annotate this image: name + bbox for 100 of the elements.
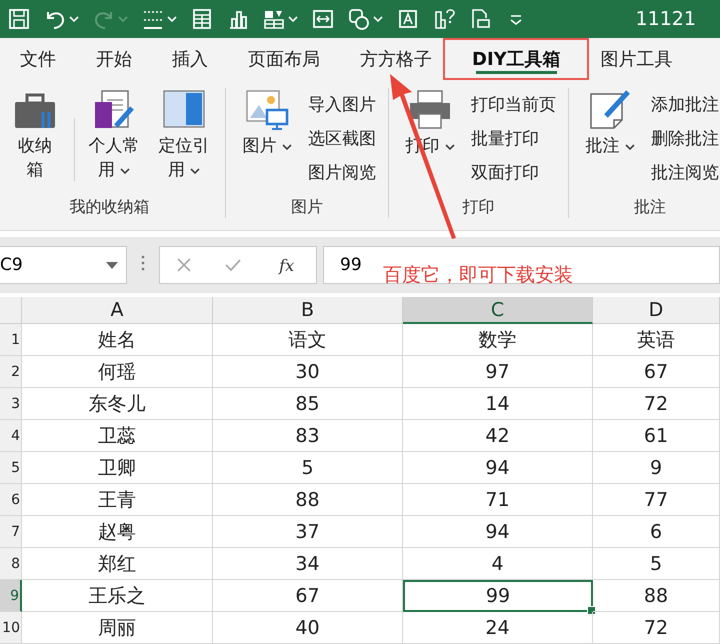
table-cell[interactable]: 英语 (593, 324, 720, 356)
document-icon (92, 88, 136, 130)
more-icon[interactable] (141, 255, 145, 271)
table-cell[interactable]: 40 (213, 612, 403, 644)
table-cell[interactable]: 9 (593, 452, 720, 484)
table-cell[interactable]: 37 (213, 516, 403, 548)
table-cell[interactable]: 77 (593, 484, 720, 516)
bar-chart-icon[interactable] (227, 8, 249, 30)
group-label: 我的收纳箱 (68, 196, 150, 218)
dropdown-arrow-icon[interactable] (106, 262, 118, 268)
table-cell[interactable]: 5 (213, 452, 403, 484)
ribbon-button[interactable]: 个人常用 (83, 88, 145, 195)
table-cell[interactable]: 姓名 (22, 324, 213, 356)
table-cell[interactable]: 67 (593, 356, 720, 388)
row-header[interactable]: 8 (0, 548, 22, 580)
table-cell[interactable]: 67 (213, 580, 403, 612)
table-cell[interactable]: 4 (403, 548, 593, 580)
print-preview-icon[interactable] (469, 8, 491, 30)
table-cell[interactable]: 6 (593, 516, 720, 548)
table-cell[interactable]: 王乐之 (22, 580, 213, 612)
ribbon-tab[interactable]: 方方格子 (340, 38, 452, 80)
column-header[interactable]: D (593, 297, 720, 324)
table-cell[interactable]: 99 (403, 580, 593, 612)
table-cell[interactable]: 语文 (213, 324, 403, 356)
row-header[interactable]: 1 (0, 324, 22, 356)
table-cell[interactable]: 71 (403, 484, 593, 516)
table-cell[interactable]: 卫蕊 (22, 420, 213, 452)
table-cell[interactable]: 卫卿 (22, 452, 213, 484)
table-cell[interactable]: 30 (213, 356, 403, 388)
table-cell[interactable]: 72 (593, 388, 720, 420)
table-cell[interactable]: 24 (403, 612, 593, 644)
table-icon[interactable] (263, 8, 285, 30)
check-icon[interactable] (224, 257, 242, 273)
insert-function-button[interactable]: fx (273, 254, 300, 276)
table-cell[interactable]: 94 (403, 452, 593, 484)
ribbon-button[interactable]: 导入图片 (306, 88, 378, 120)
row-header[interactable]: 9 (0, 580, 22, 612)
ribbon-tab[interactable]: 插入 (152, 38, 228, 80)
ribbon-button[interactable]: 图片 (236, 88, 298, 195)
window-title: 11121 (636, 8, 696, 30)
table-cell[interactable]: 85 (213, 388, 403, 420)
chevron-icon[interactable] (282, 144, 292, 151)
row-header[interactable]: 3 (0, 388, 22, 420)
table-cell[interactable]: 72 (593, 612, 720, 644)
resize-icon[interactable] (312, 8, 334, 30)
help-icon[interactable] (433, 8, 455, 30)
table-cell[interactable]: 数学 (403, 324, 593, 356)
table-cell[interactable]: 83 (213, 420, 403, 452)
row-header[interactable]: 2 (0, 356, 22, 388)
table-cell[interactable]: 东冬儿 (22, 388, 213, 420)
table-cell[interactable]: 94 (403, 516, 593, 548)
row-header[interactable]: 7 (0, 516, 22, 548)
form-icon[interactable] (191, 8, 213, 30)
ribbon-button[interactable]: 图片阅览 (306, 156, 378, 188)
ribbon-tab[interactable]: 页面布局 (228, 38, 340, 80)
table-cell[interactable]: 14 (403, 388, 593, 420)
row-header[interactable]: 5 (0, 452, 22, 484)
chevron-icon[interactable] (444, 144, 455, 151)
ribbon-button[interactable]: 批量打印 (469, 122, 558, 154)
row-header[interactable]: 10 (0, 612, 22, 644)
ribbon-button[interactable]: 收纳箱 (4, 88, 66, 195)
table-cell[interactable]: 郑红 (22, 548, 213, 580)
save-icon[interactable] (8, 8, 30, 30)
ribbon-button[interactable]: 批注阅览 (649, 156, 720, 188)
ribbon-button[interactable]: 删除批注 (649, 122, 720, 154)
row-header[interactable]: 4 (0, 420, 22, 452)
chevron-icon[interactable] (624, 144, 635, 151)
table-cell[interactable]: 5 (593, 548, 720, 580)
column-header[interactable]: C (403, 297, 593, 324)
ribbon-button[interactable]: 添加批注 (649, 88, 720, 120)
column-header[interactable]: B (213, 297, 403, 324)
table-cell[interactable]: 王青 (22, 484, 213, 516)
group-label: 批注 (633, 196, 667, 218)
table-cell[interactable]: 88 (213, 484, 403, 516)
table-cell[interactable]: 34 (213, 548, 403, 580)
text-box-icon[interactable] (397, 8, 419, 30)
ribbon-tab[interactable]: 图片工具 (580, 38, 693, 80)
table-cell[interactable]: 何瑶 (22, 356, 213, 388)
column-header[interactable]: A (22, 297, 213, 324)
ribbon-tab[interactable]: 开始 (76, 38, 152, 80)
table-cell[interactable]: 周丽 (22, 612, 213, 644)
panel-icon (162, 88, 206, 130)
table-cell[interactable]: 赵粤 (22, 516, 213, 548)
table-cell[interactable]: 61 (593, 420, 720, 452)
chevron-icon[interactable] (190, 168, 200, 175)
shapes-icon[interactable] (348, 8, 370, 30)
table-cell[interactable]: 97 (403, 356, 593, 388)
chevron-icon[interactable] (120, 168, 130, 175)
table-cell[interactable]: 42 (403, 420, 593, 452)
ribbon-button[interactable]: 定位引用 (153, 88, 215, 195)
table-cell[interactable]: 88 (593, 580, 720, 612)
ribbon-tab[interactable]: DIY工具箱 (452, 38, 581, 80)
picture-icon (245, 88, 289, 130)
ribbon-button[interactable]: 批注 (579, 88, 641, 195)
name-box[interactable]: C9 (0, 246, 127, 284)
ribbon-tab[interactable]: 文件 (0, 38, 76, 80)
row-header[interactable]: 6 (0, 484, 22, 516)
ribbon-button[interactable]: 打印当前页 (469, 88, 558, 120)
ribbon-button[interactable]: 双面打印 (469, 156, 558, 188)
ribbon-button[interactable]: 选区截图 (306, 122, 378, 154)
